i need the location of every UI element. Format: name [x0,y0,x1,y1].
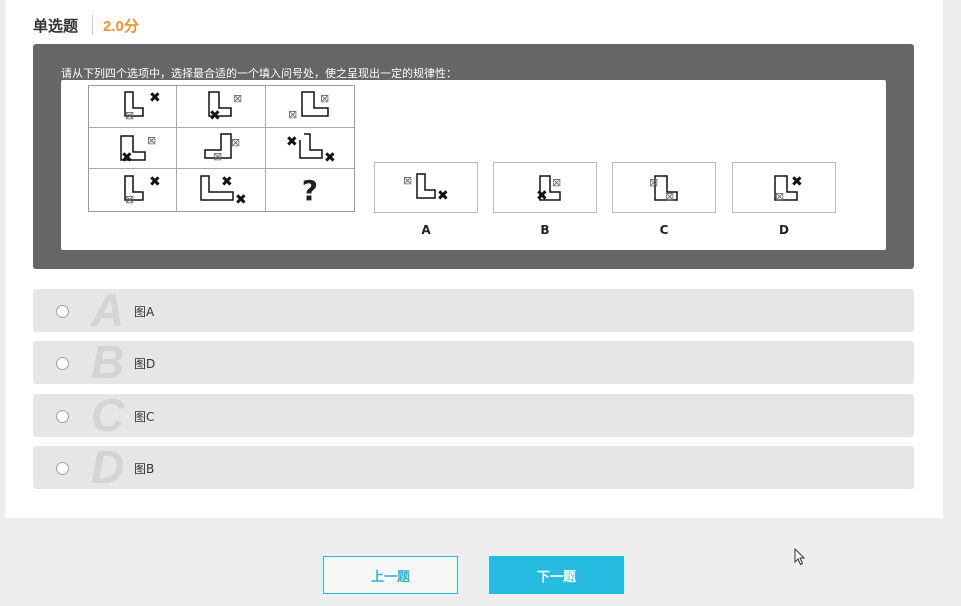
answer-option-d[interactable]: D 图B [33,441,914,493]
answer-option-a[interactable]: A 图A [33,284,914,336]
question-mark: ? [301,173,318,207]
radio-button[interactable] [56,462,69,475]
choice-figure-a: ⊠ ✖ [374,162,478,213]
svg-text:⊠: ⊠ [320,92,329,105]
choice-figure-c: ⊠ ⊠ [612,162,716,213]
grid-cell: ✖ ✖ [177,169,266,211]
answer-option-c[interactable]: C 图C [33,389,914,441]
svg-text:✖: ✖ [221,174,233,190]
question-type: 单选题 [33,17,79,35]
header-divider [92,15,94,35]
choice-figure-b: ⊠ ✖ [493,162,597,213]
puzzle-shape: ⊠ ✖ [119,134,156,166]
grid-cell: ✖ ✖ [265,128,354,170]
svg-text:✖: ✖ [437,188,449,204]
radio-button[interactable] [56,410,69,423]
svg-text:✖: ✖ [324,150,336,166]
svg-text:✖: ✖ [536,188,548,204]
choice-label-a: A [421,223,431,237]
puzzle-shape: ✖ ✖ [200,174,247,208]
svg-text:⊠: ⊠ [552,176,561,189]
svg-text:⊠: ⊠ [649,176,658,189]
radio-button[interactable] [56,357,69,370]
grid-cell: ✖ ⊠ [89,86,178,128]
grid-cell: ⊠ ✖ [89,127,178,170]
question-header: 单选题 2.0分 [33,14,139,36]
option-letter: C [91,389,125,441]
puzzle-grid: ✖ ⊠ ⊠ ✖ ⊠ ⊠ ⊠ ✖ ⊠ ⊠ ✖ ✖ ✖ ⊠ ✖ ✖ ? [88,85,355,212]
question-score: 2.0分 [103,17,139,35]
choice-figure-d: ✖ ⊠ [732,162,836,213]
choice-label-d: D [779,223,789,237]
option-text: 图D [134,357,156,371]
svg-text:⊠: ⊠ [665,190,674,203]
puzzle-shape: ⊠ ⊠ [288,91,329,121]
svg-text:⊠: ⊠ [147,134,156,147]
choice-label-b: B [540,223,550,237]
puzzle-shape: ✖ ⊠ [123,174,161,206]
stem-text: 请从下列四个选项中，选择最合适的一个填入问号处，使之呈现出一定的规律性： [61,67,457,80]
option-letter: D [91,441,125,493]
svg-text:⊠: ⊠ [125,193,134,206]
answer-option-b[interactable]: B 图D [33,336,914,388]
radio-button[interactable] [56,305,69,318]
option-text: 图B [134,462,155,476]
choice-shape: ✖ ⊠ [774,174,803,203]
puzzle-figure: ✖ ⊠ ⊠ ✖ ⊠ ⊠ ⊠ ✖ ⊠ ⊠ ✖ ✖ ✖ ⊠ ✖ ✖ ? ⊠ ✖ ⊠ … [61,80,886,250]
svg-text:⊠: ⊠ [231,136,240,149]
svg-text:✖: ✖ [149,174,161,190]
svg-text:✖: ✖ [791,174,803,190]
svg-text:✖: ✖ [209,108,221,124]
option-letter: B [91,336,125,388]
choice-shape: ⊠ ✖ [403,172,449,204]
puzzle-shape: ⊠ ✖ [208,91,242,124]
svg-text:✖: ✖ [235,192,247,208]
option-text: 图A [134,305,155,319]
grid-cell: ⊠ ⊠ [265,86,354,128]
puzzle-shape: ✖ ✖ [286,133,336,166]
option-letter: A [91,284,125,336]
choice-shape: ⊠ ⊠ [649,174,678,203]
question-stem: 请从下列四个选项中，选择最合适的一个填入问号处，使之呈现出一定的规律性： ✖ ⊠… [33,44,914,269]
svg-text:⊠: ⊠ [775,190,784,203]
puzzle-shape: ✖ ⊠ [123,90,161,122]
choice-label-c: C [659,223,669,237]
grid-cell-question: ? [266,169,354,211]
svg-text:✖: ✖ [121,150,133,166]
svg-text:⊠: ⊠ [213,150,222,163]
grid-cell: ⊠ ⊠ [177,127,266,170]
svg-text:⊠: ⊠ [125,109,134,122]
mouse-cursor-icon [794,548,806,566]
svg-text:✖: ✖ [286,134,298,150]
svg-text:⊠: ⊠ [233,92,242,105]
choice-shape: ⊠ ✖ [536,174,561,204]
next-question-button[interactable]: 下一题 [489,556,624,594]
option-text: 图C [134,410,155,424]
svg-text:⊠: ⊠ [288,108,297,121]
svg-text:⊠: ⊠ [403,174,412,187]
prev-question-button[interactable]: 上一题 [323,556,458,594]
question-card: 单选题 2.0分 请从下列四个选项中，选择最合适的一个填入问号处，使之呈现出一定… [5,0,943,518]
svg-text:✖: ✖ [149,90,161,106]
grid-cell: ⊠ ✖ [177,86,266,128]
grid-cell: ✖ ⊠ [89,169,178,211]
puzzle-shape: ⊠ ⊠ [204,133,240,163]
